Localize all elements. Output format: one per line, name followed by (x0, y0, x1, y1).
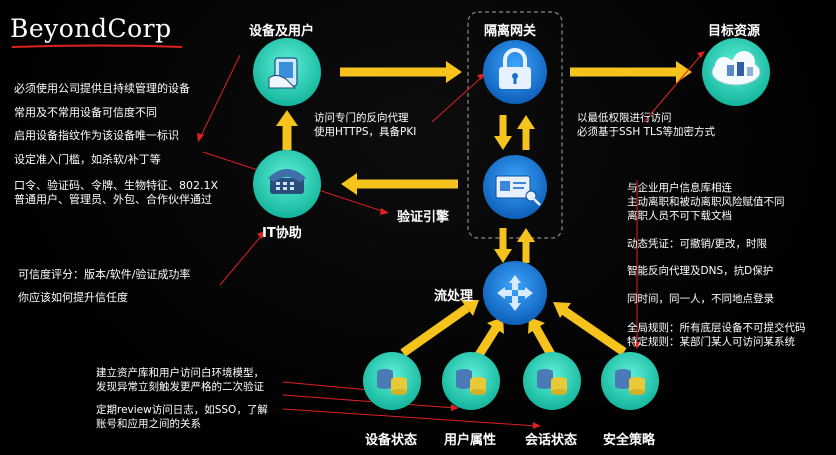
session-state-node (523, 352, 581, 410)
note-whitelist-1: 建立资产库和用户访问白环境模型， (96, 367, 264, 379)
stream-processing-node (483, 261, 547, 325)
security-policy-label: 安全策略 (603, 433, 656, 448)
note-policy-3: 离职人员不可下载文档 (627, 210, 732, 222)
user-attributes-label: 用户属性 (444, 433, 497, 448)
arrow-gateway-to-target (570, 61, 692, 83)
note-least-privilege-1: 以最低权限进行访问 (577, 112, 672, 124)
arrow-devices-to-gateway (340, 61, 462, 83)
page-title: BeyondCorp (10, 14, 172, 43)
note-review-logs-2: 账号和应用之间的关系 (96, 418, 201, 430)
it-assist-label: IT协助 (262, 226, 302, 241)
devices-users-node (253, 38, 321, 106)
note-auth-methods-2: 普通用户、管理员、外包、合作伙伴通过 (14, 193, 212, 206)
isolation-gateway-node (483, 40, 547, 104)
arrow-security-to-stream (553, 302, 627, 356)
it-assist-node (253, 150, 321, 218)
arrow-session-to-stream (528, 317, 557, 361)
device-state-node (363, 352, 421, 410)
note-rules-specific: 特定规则：某部门某人可访问某系统 (627, 336, 795, 348)
beyondcorp-diagram: BeyondCorp 设备及用户 隔离网关 目标资源 IT协助 验证引擎 流处理… (0, 0, 836, 455)
arrows-auth-stream (494, 228, 535, 263)
note-reverse-proxy-2: 使用HTTPS，具备PKI (314, 126, 417, 138)
target-resources-node (702, 38, 770, 106)
note-reverse-proxy-1: 访问专门的反向代理 (314, 112, 409, 124)
note-auth-methods-1: 口令、验证码、令牌、生物特征、802.1X (14, 179, 219, 192)
note-policy-1: 与企业用户信息库相连 (627, 182, 732, 194)
arrow-device-state-to-stream (400, 300, 479, 357)
note-least-privilege-2: 必须基于SSH TLS等加密方式 (577, 126, 715, 138)
note-policy-2: 主动离职和被动离职风险赋值不同 (627, 196, 785, 208)
note-rules-global: 全局规则：所有底层设备不可提交代码 (627, 322, 806, 334)
note-dynamic-credential: 动态凭证：可撤销/更改，时限 (627, 238, 768, 250)
note-trust-score-2: 你应该如何提升信任度 (18, 291, 128, 304)
note-device-3: 启用设备指纹作为该设备唯一标识 (14, 129, 179, 142)
arrow-auth-to-it (341, 173, 458, 195)
title-underline (12, 44, 182, 48)
arrow-user-attr-to-stream (473, 317, 504, 361)
note-same-time-login: 同时间，同一人，不同地点登录 (627, 293, 774, 305)
devices-users-label: 设备及用户 (249, 24, 315, 39)
device-state-label: 设备状态 (365, 433, 418, 448)
target-resources-label: 目标资源 (708, 24, 761, 39)
auth-engine-node (483, 155, 547, 219)
note-whitelist-2: 发现异常立刻触发更严格的二次验证 (96, 381, 264, 393)
isolation-gateway-label: 隔离网关 (484, 24, 537, 39)
note-trust-score-1: 可信度评分：版本/软件/验证成功率 (18, 268, 191, 281)
note-device-1: 必须使用公司提供且持续管理的设备 (14, 82, 190, 95)
auth-engine-label: 验证引擎 (397, 210, 450, 225)
stream-processing-label: 流处理 (434, 289, 474, 304)
arrow-it-to-devices (276, 110, 298, 150)
note-device-4: 设定准入门槛，如杀软/补丁等 (14, 153, 161, 166)
user-attributes-node (442, 352, 500, 410)
session-state-label: 会话状态 (525, 433, 578, 448)
note-device-2: 常用及不常用设备可信度不同 (14, 106, 157, 119)
arrows-gateway-auth (494, 115, 535, 150)
note-smart-proxy: 智能反向代理及DNS，抗D保护 (627, 265, 774, 277)
note-review-logs-1: 定期review访问日志，如SSO，了解 (96, 404, 268, 416)
security-policy-node (601, 352, 659, 410)
